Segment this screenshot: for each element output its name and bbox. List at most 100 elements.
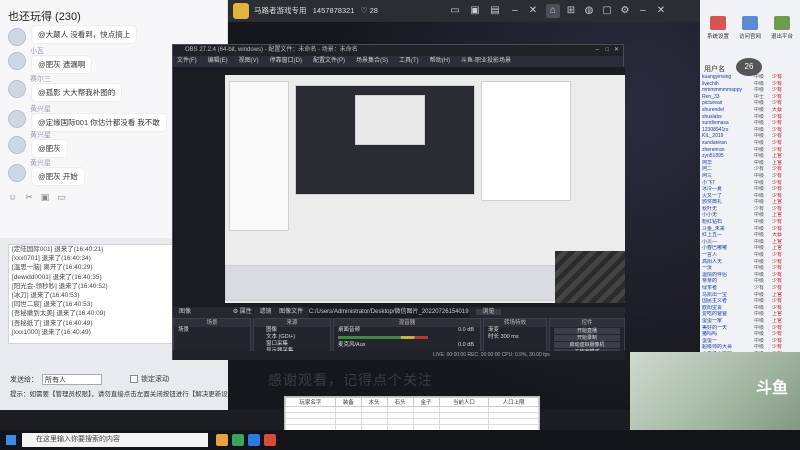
image-icon[interactable]: ▣ <box>41 192 50 203</box>
viewer-row[interactable]: 颁奖典礼 中级 上官 <box>702 199 798 206</box>
viewer-row[interactable]: 阿二 少有 少有 <box>702 166 798 173</box>
top-tab[interactable]: 马路者游戏专用 1457878321 ♡ 28 <box>254 5 378 16</box>
viewer-row[interactable]: 国民主义者 中级 少有 <box>702 298 798 305</box>
minimize-icon[interactable]: – <box>636 4 650 18</box>
source-item[interactable]: 图像 <box>254 327 330 334</box>
viewer-row[interactable]: 一言人 中级 少有 <box>702 252 798 259</box>
app-icon[interactable] <box>264 434 276 446</box>
close-icon[interactable]: ✕ <box>526 4 540 18</box>
home-badge-icon[interactable] <box>233 3 249 19</box>
viewer-row[interactable]: livechih 中级 少有 <box>702 81 798 88</box>
avatar[interactable] <box>8 136 26 154</box>
viewer-row[interactable]: 小小无 中级 上官 <box>702 212 798 219</box>
viewer-row[interactable]: kuangyinsing 中级 少有 <box>702 74 798 81</box>
viewer-row[interactable]: 阿华 中级 上官 <box>702 160 798 167</box>
viewer-row[interactable]: pictureair 中级 少有 <box>702 100 798 107</box>
viewer-row[interactable]: 12308941rs 中级 少有 <box>702 127 798 134</box>
avatar[interactable] <box>8 164 26 182</box>
browser-icon[interactable] <box>248 434 260 446</box>
viewer-row[interactable]: 粉红钻石 中级 少有 <box>702 219 798 226</box>
viewer-row[interactable]: KIL_2019 中级 少有 <box>702 133 798 140</box>
picture-icon[interactable]: ▤ <box>488 4 502 18</box>
menu-view[interactable]: 视图(V) <box>239 56 259 66</box>
folder-icon[interactable]: ▭ <box>57 192 66 203</box>
transition-duration[interactable]: 时长 300 ms <box>484 334 546 341</box>
smile-icon[interactable]: ☺ <box>8 192 17 203</box>
viewer-row[interactable]: 一汝 中级 少有 <box>702 265 798 272</box>
viewer-row[interactable]: 蛋蛋一 中级 少有 <box>702 338 798 345</box>
transition-type[interactable]: 渐变 <box>484 327 546 334</box>
minimize-icon[interactable]: – <box>596 45 599 56</box>
scissors-icon[interactable]: ✂ <box>25 192 33 203</box>
gear-icon[interactable]: ⚙ <box>233 309 238 315</box>
viewer-row[interactable]: 秋叶无 少有 少有 <box>702 206 798 213</box>
windows-start-icon[interactable] <box>6 435 16 445</box>
gamepad-icon[interactable]: ◍ <box>582 4 596 18</box>
source-item[interactable]: 文本 (GDI+) <box>254 334 330 341</box>
folder-icon[interactable] <box>216 434 228 446</box>
system-settings-button[interactable]: 系统设置 <box>702 16 734 40</box>
menu-douyu[interactable]: 斗鱼-职业投影场景 <box>461 56 511 66</box>
home-icon[interactable]: ⌂ <box>546 4 560 18</box>
viewer-row[interactable]: 小贝— 中级 上官 <box>702 239 798 246</box>
browse-button[interactable]: 浏览 <box>476 309 501 315</box>
viewer-row[interactable]: shurendel 中级 大蔡 <box>702 107 798 114</box>
avatar[interactable] <box>8 110 26 128</box>
viewer-row[interactable]: Ren_33 中士 少有 <box>702 94 798 101</box>
scene-item[interactable]: 场景 <box>174 327 250 334</box>
viewer-row[interactable]: 爱吃的爸爸 中级 上官 <box>702 311 798 318</box>
obs-preview[interactable] <box>173 67 625 307</box>
viewer-row[interactable]: zherenran 中级 少有 <box>702 147 798 154</box>
viewer-row[interactable]: 美好的一天 中级 少有 <box>702 325 798 332</box>
viewer-row[interactable]: 阿三 中级 少有 <box>702 173 798 180</box>
checkbox-icon[interactable] <box>130 375 138 384</box>
viewer-row[interactable]: 超级帅的大哥 中级 少有 <box>702 344 798 351</box>
visit-site-button[interactable]: 访问官网 <box>734 16 766 40</box>
window-icon[interactable]: ▣ <box>468 4 482 18</box>
menu-file[interactable]: 文件(F) <box>177 56 197 66</box>
menu-scene-collection[interactable]: 场景集合(S) <box>356 56 388 66</box>
wechat-icon[interactable] <box>232 434 244 446</box>
virtual-camera-button[interactable]: 启动虚拟摄像机 <box>554 341 620 349</box>
viewer-row[interactable]: shuslabs 中级 少有 <box>702 114 798 121</box>
lock-scroll-checkbox[interactable]: 锁定滚动 <box>130 374 169 384</box>
viewer-row[interactable]: 温情的伴侣 中级 少有 <box>702 272 798 279</box>
menu-help[interactable]: 帮助(H) <box>430 56 450 66</box>
viewer-row[interactable]: 猪吗吗 中级 少有 <box>702 331 798 338</box>
viewer-row[interactable]: 高阳人天 中级 少有 <box>702 259 798 266</box>
avatar[interactable] <box>8 28 26 46</box>
menu-tools[interactable]: 工具(T) <box>399 56 419 66</box>
filters-button[interactable]: 滤镜 <box>259 309 271 315</box>
entry-log[interactable]: [定陆国际001] 退来了(16:40:21) [xxx0701] 退来了(16… <box>8 244 174 344</box>
viewer-row[interactable]: 欧阳宝贵 中级 少有 <box>702 305 798 312</box>
close-icon[interactable]: ✕ <box>654 4 668 18</box>
viewer-row[interactable]: 斗鱼_未来 中级 少有 <box>702 226 798 233</box>
viewer-list[interactable]: kuangyinsing 中级 少有 livechih 中级 少有 mmmmmmmappy 中… <box>702 74 798 397</box>
viewer-row[interactable]: xundaniran 中级 少有 <box>702 140 798 147</box>
monitor-icon[interactable]: ▭ <box>448 4 462 18</box>
viewer-row[interactable]: 小春巴嘟嘟 中级 上官 <box>702 245 798 252</box>
start-recording-button[interactable]: 开始录制 <box>554 334 620 342</box>
source-item[interactable]: 窗口采集 <box>254 341 330 348</box>
start-streaming-button[interactable]: 开始直播 <box>554 327 620 335</box>
viewer-row[interactable]: zyn51895 中级 上官 <box>702 153 798 160</box>
minimize-icon[interactable]: – <box>508 4 522 18</box>
grid-icon[interactable]: ⊞ <box>564 4 578 18</box>
settings-icon[interactable]: ⚙ <box>618 4 632 18</box>
send-to-dropdown[interactable]: 所有人 <box>42 374 102 385</box>
viewer-row[interactable]: 冰冷—夏 中级 少有 <box>702 186 798 193</box>
viewer-row[interactable]: xundixmasa 中级 少有 <box>702 120 798 127</box>
close-icon[interactable]: ✕ <box>614 45 619 56</box>
avatar[interactable] <box>8 52 26 70</box>
viewer-row[interactable]: 亲亲的 中级 少有 <box>702 278 798 285</box>
viewer-row[interactable]: 火又一了 中级 少有 <box>702 193 798 200</box>
properties-button[interactable]: 属性 <box>240 309 252 315</box>
viewer-row[interactable]: 小飞7 中级 少有 <box>702 180 798 187</box>
menu-docks[interactable]: 停靠窗口(D) <box>270 56 302 66</box>
exit-platform-button[interactable]: 退出平台 <box>766 16 798 40</box>
viewer-row[interactable]: 红上五— 中级 大蔡 <box>702 232 798 239</box>
menu-edit[interactable]: 编辑(E) <box>208 56 228 66</box>
viewer-row[interactable]: 绿茶者 少有 少有 <box>702 285 798 292</box>
viewer-row[interactable]: 蛋蛋一家 中级 上官 <box>702 318 798 325</box>
avatar[interactable] <box>8 80 26 98</box>
